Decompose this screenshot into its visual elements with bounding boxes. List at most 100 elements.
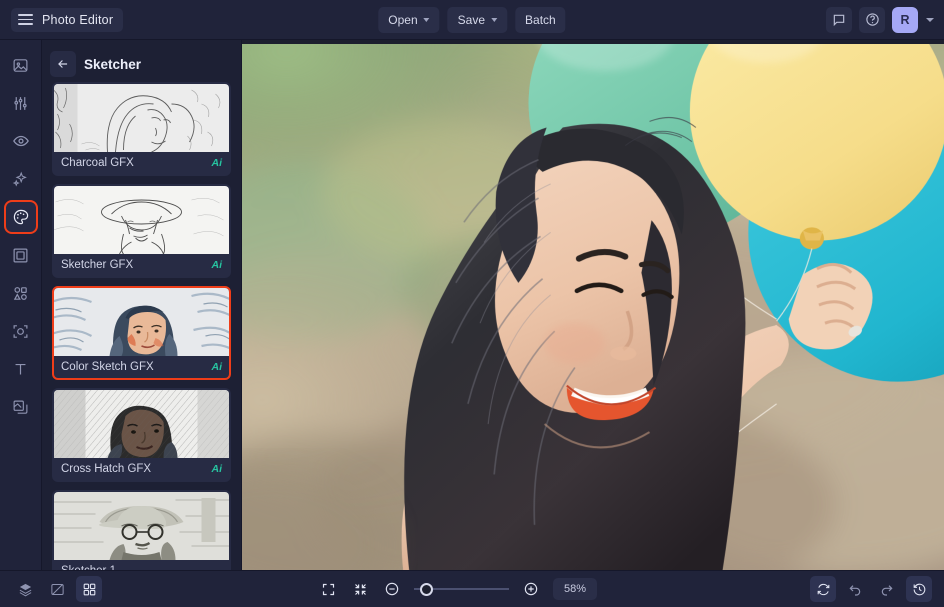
slider-handle[interactable] (420, 582, 433, 596)
panel-header: Sketcher (42, 46, 241, 82)
comment-icon (833, 14, 845, 26)
minus-circle-icon (385, 582, 399, 596)
charcoal-sketch-preview (54, 84, 229, 152)
fit-to-screen-button[interactable] (315, 576, 341, 602)
ai-badge: Ai (211, 259, 223, 271)
ai-badge: Ai (211, 463, 223, 475)
top-bar: Photo Editor Open Save Batch R (0, 0, 944, 40)
zoom-level-value[interactable]: 58% (553, 578, 597, 600)
help-button[interactable] (859, 6, 885, 33)
preset-footer: Cross Hatch GFX Ai (54, 458, 229, 480)
preset-card-cross-hatch-gfx[interactable]: Cross Hatch GFX Ai (52, 388, 231, 482)
eye-icon (12, 135, 29, 147)
edited-photo[interactable] (242, 44, 944, 570)
hamburger-icon[interactable] (18, 14, 33, 25)
feedback-button[interactable] (826, 6, 852, 33)
sidebar-item-image[interactable] (6, 50, 36, 80)
save-label: Save (457, 12, 486, 27)
shapes-icon (13, 286, 27, 300)
preset-thumbnail (54, 492, 229, 560)
color-sketch-preview (54, 288, 229, 356)
history-button[interactable] (906, 576, 932, 602)
sidebar-item-frames[interactable] (6, 240, 36, 270)
sidebar-item-layers[interactable] (6, 392, 36, 422)
ai-badge: Ai (211, 157, 223, 169)
chevron-down-icon (423, 17, 430, 22)
arrow-left-icon (58, 60, 68, 68)
open-label: Open (388, 12, 418, 27)
zoom-controls: 58% (379, 576, 597, 602)
plus-circle-icon (524, 582, 538, 596)
grid-icon (83, 583, 95, 595)
canvas-area (242, 40, 944, 570)
app-menu-button[interactable]: Photo Editor (11, 7, 124, 32)
bottom-bar: 58% (0, 570, 944, 607)
zoom-out-button[interactable] (379, 576, 405, 602)
preset-thumbnail (54, 186, 229, 254)
preset-card-color-sketch-gfx[interactable]: Color Sketch GFX Ai (52, 286, 231, 380)
preset-card-charcoal-gfx[interactable]: Charcoal GFX Ai (52, 82, 231, 176)
sidebar-item-adjust[interactable] (6, 88, 36, 118)
preset-footer: Sketcher GFX Ai (54, 254, 229, 276)
reset-button[interactable] (810, 576, 836, 602)
batch-button[interactable]: Batch (515, 6, 566, 33)
preset-label: Color Sketch GFX (61, 361, 154, 373)
open-button[interactable]: Open (378, 6, 440, 33)
preset-label: Charcoal GFX (61, 157, 134, 169)
preset-card-sketcher-gfx[interactable]: Sketcher GFX Ai (52, 184, 231, 278)
sidebar-item-effects[interactable] (6, 164, 36, 194)
preset-thumbnail (54, 390, 229, 458)
preset-footer: Color Sketch GFX Ai (54, 356, 229, 378)
preset-footer: Charcoal GFX Ai (54, 152, 229, 174)
preset-list[interactable]: Charcoal GFX Ai Sketcher GFX Ai Color Sk… (42, 82, 241, 570)
preset-card-sketcher-1[interactable]: Sketcher 1 (52, 490, 231, 570)
layers-icon (19, 583, 31, 596)
preset-label: Cross Hatch GFX (61, 463, 152, 475)
actual-size-button[interactable] (347, 576, 373, 602)
preset-footer: Sketcher 1 (54, 560, 229, 570)
zoom-slider[interactable] (414, 582, 509, 596)
preset-label: Sketcher GFX (61, 259, 134, 271)
sidebar-item-text[interactable] (6, 354, 36, 384)
tool-rail (0, 40, 42, 570)
compare-icon (50, 583, 64, 595)
main-body: Sketcher Charcoal GFX Ai Sketcher GFX Ai… (0, 40, 944, 570)
image-stage[interactable] (242, 44, 944, 570)
save-button[interactable]: Save (447, 6, 508, 33)
undo-icon (849, 585, 861, 596)
account-actions: R (826, 6, 934, 33)
back-button[interactable] (50, 51, 76, 77)
sidebar-item-artistic[interactable] (5, 202, 36, 232)
compare-view-button[interactable] (44, 576, 70, 602)
app-title: Photo Editor (42, 12, 114, 27)
preset-thumbnail (54, 288, 229, 356)
batch-label: Batch (525, 12, 556, 27)
sliders-icon (14, 96, 27, 110)
expand-icon (322, 583, 334, 595)
image-icon (13, 58, 28, 72)
ai-badge: Ai (211, 361, 223, 373)
chevron-down-icon (491, 17, 498, 22)
sidebar-item-retouch[interactable] (6, 126, 36, 156)
layers-copy-icon (13, 400, 28, 414)
sparkles-icon (12, 171, 27, 187)
avatar[interactable]: R (892, 6, 918, 33)
sidebar-item-cutout[interactable] (6, 316, 36, 346)
redo-button[interactable] (874, 576, 900, 602)
preset-thumbnail (54, 84, 229, 152)
history-icon (913, 583, 925, 595)
help-circle-icon (865, 13, 879, 26)
palette-icon (13, 209, 28, 225)
grid-view-button[interactable] (76, 576, 102, 602)
zoom-in-button[interactable] (518, 576, 544, 602)
frame-icon (13, 248, 28, 262)
sidebar-item-shapes[interactable] (6, 278, 36, 308)
reset-icon (817, 583, 829, 595)
text-icon (15, 363, 26, 374)
file-actions: Open Save Batch (378, 6, 566, 33)
chevron-down-icon[interactable] (926, 17, 934, 22)
collapse-icon (354, 583, 366, 595)
undo-button[interactable] (842, 576, 868, 602)
layers-panel-button[interactable] (12, 576, 38, 602)
photo-content (242, 44, 944, 570)
